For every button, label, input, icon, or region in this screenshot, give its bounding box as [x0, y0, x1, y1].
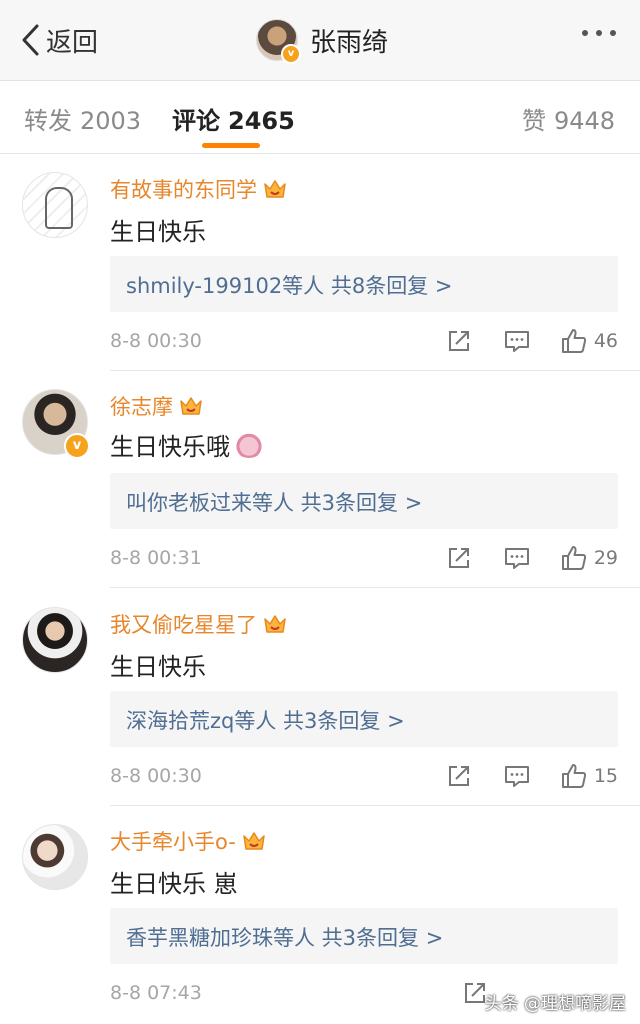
verified-badge-icon: v [281, 44, 301, 64]
avatar: v [256, 19, 301, 64]
tab-label: 评论 [172, 107, 220, 135]
comment-timestamp: 8-8 00:30 [110, 765, 202, 787]
pink-creature-emoji-icon [234, 431, 264, 458]
username-text: 我又偷吃星星了 [110, 613, 257, 637]
like-button[interactable]: 15 [560, 762, 618, 790]
crown-badge-icon [263, 178, 287, 200]
crown-badge-icon [263, 613, 287, 635]
replies-preview[interactable]: 香芋黑糖加珍珠等人 共3条回复 > [110, 908, 618, 964]
thumbs-up-icon [561, 546, 586, 570]
like-count: 46 [593, 330, 618, 352]
replies-preview[interactable]: shmily-199102等人 共8条回复 > [110, 256, 618, 312]
tab-comments[interactable]: 评论 2465 [172, 101, 295, 136]
avatar[interactable] [22, 172, 88, 238]
back-label: 返回 [46, 27, 99, 58]
top-nav-bar: 返回 v 张雨绮 [0, 0, 640, 81]
comment-icon[interactable] [502, 543, 532, 573]
comment-text: 生日快乐 [110, 218, 206, 246]
tab-count: 2465 [228, 107, 295, 135]
avatar[interactable] [22, 824, 88, 890]
replies-link[interactable]: 香芋黑糖加珍珠等人 共3条回复 > [126, 922, 443, 952]
replies-preview[interactable]: 深海拾荒zq等人 共3条回复 > [110, 691, 618, 747]
chevron-left-icon [22, 24, 39, 56]
like-button[interactable]: 29 [560, 544, 618, 572]
tab-bar: 转发 2003 评论 2465 赞 9448 [0, 81, 640, 154]
comment-text: 生日快乐 崽 [110, 870, 238, 898]
comment-text: 生日快乐哦 [110, 427, 264, 462]
verified-badge-icon: v [64, 433, 90, 459]
username-text: 大手牵小手o- [110, 830, 236, 854]
replies-link[interactable]: shmily-199102等人 共8条回复 > [126, 270, 452, 300]
divider [110, 370, 640, 371]
comment-username[interactable]: 大手牵小手o- [110, 826, 266, 856]
profile-title[interactable]: v 张雨绮 [256, 18, 389, 64]
share-icon[interactable] [444, 761, 474, 791]
username-text: 徐志摩 [110, 395, 173, 419]
tab-count: 9448 [554, 107, 616, 135]
comment-timestamp: 8-8 07:43 [110, 982, 202, 1004]
comment-text: 生日快乐 [110, 653, 206, 681]
comment-actions [432, 978, 490, 1008]
share-icon[interactable] [444, 326, 474, 356]
comment-actions: 15 [416, 761, 618, 791]
comment-actions: 46 [416, 326, 618, 356]
tab-label: 转发 [24, 107, 72, 135]
more-dots-icon[interactable] [582, 30, 616, 36]
replies-link[interactable]: 叫你老板过来等人 共3条回复 > [126, 487, 422, 517]
crown-badge-icon [179, 395, 203, 417]
like-count: 15 [593, 765, 618, 787]
divider [110, 587, 640, 588]
tab-reposts[interactable]: 转发 2003 [24, 101, 141, 136]
active-tab-indicator [202, 143, 260, 148]
page-title: 张雨绮 [310, 27, 389, 58]
share-icon[interactable] [444, 543, 474, 573]
like-count: 29 [593, 547, 618, 569]
comment-timestamp: 8-8 00:31 [110, 547, 202, 569]
tab-likes[interactable]: 赞 9448 [522, 101, 615, 136]
username-text: 有故事的东同学 [110, 178, 257, 202]
tab-count: 2003 [80, 107, 142, 135]
comment-text-content: 生日快乐哦 [110, 433, 230, 461]
comment-timestamp: 8-8 00:30 [110, 330, 202, 352]
divider [110, 805, 640, 806]
back-button[interactable]: 返回 [20, 20, 98, 60]
like-button[interactable]: 46 [560, 327, 618, 355]
comment-username[interactable]: 有故事的东同学 [110, 174, 287, 204]
crown-badge-icon [242, 830, 266, 852]
comment-username[interactable]: 我又偷吃星星了 [110, 609, 287, 639]
replies-preview[interactable]: 叫你老板过来等人 共3条回复 > [110, 473, 618, 529]
comment-username[interactable]: 徐志摩 [110, 391, 203, 421]
thumbs-up-icon [561, 764, 586, 788]
comment-actions: 29 [416, 543, 618, 573]
thumbs-up-icon [561, 329, 586, 353]
replies-link[interactable]: 深海拾荒zq等人 共3条回复 > [126, 705, 405, 735]
comment-icon[interactable] [502, 326, 532, 356]
watermark: 头条 @理想嘀影屋 [484, 994, 626, 1014]
tab-label: 赞 [522, 107, 546, 135]
comment-icon[interactable] [502, 761, 532, 791]
avatar[interactable] [22, 607, 88, 673]
